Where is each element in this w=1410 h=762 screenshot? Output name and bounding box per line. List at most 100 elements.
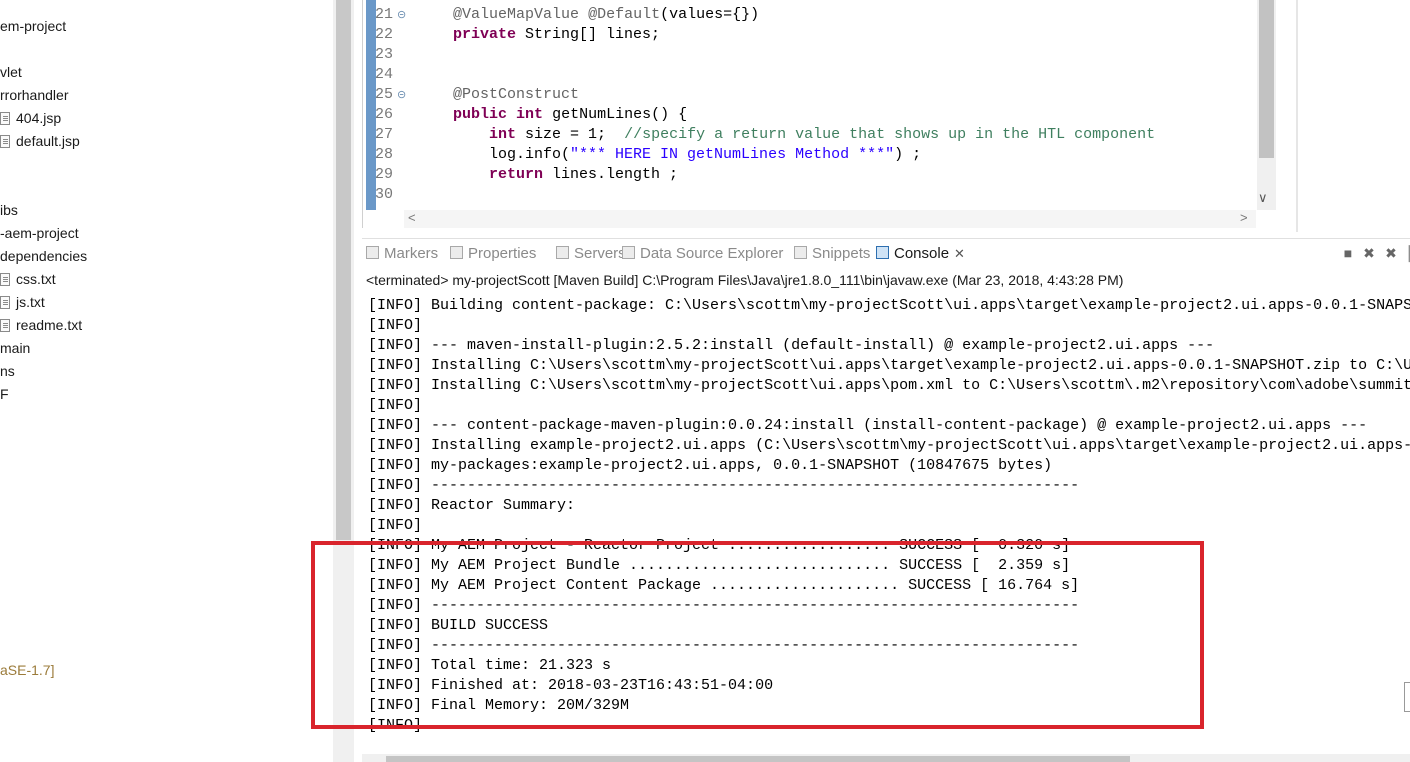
tree-item[interactable]: dependencies <box>0 246 87 266</box>
tree-item[interactable]: default.jsp <box>0 131 80 151</box>
tree-item[interactable]: css.txt <box>0 269 56 289</box>
tree-item[interactable]: ns <box>0 361 15 381</box>
tree-item[interactable]: vlet <box>0 62 22 82</box>
explorer-scrollbar[interactable] <box>333 0 354 762</box>
code-line[interactable]: 23 <box>375 45 417 65</box>
scroll-down-arrow-icon[interactable]: ∨ <box>1258 190 1268 206</box>
code-text: return lines.length ; <box>489 166 679 183</box>
tree-item-label: main <box>0 340 31 356</box>
file-icon <box>0 135 10 148</box>
stop-icon[interactable]: ■ <box>1340 245 1356 261</box>
code-line[interactable]: 26 public int getNumLines() { <box>375 105 687 125</box>
code-text: log.info("*** HERE IN getNumLines Method… <box>417 146 922 163</box>
code-line[interactable]: 28 log.info("*** HERE IN getNumLines Met… <box>375 145 921 165</box>
console-process-status: <terminated> my-projectScott [Maven Buil… <box>366 272 1124 288</box>
tab-markers[interactable]: Markers <box>366 239 438 269</box>
console-line: [INFO] BUILD SUCCESS <box>368 617 549 634</box>
tab-data-source-explorer[interactable]: Data Source Explorer <box>622 239 783 269</box>
explorer-scrollbar-thumb[interactable] <box>336 0 351 540</box>
tree-item-label: rrorhandler <box>0 87 69 103</box>
tree-item-label: readme.txt <box>16 317 83 333</box>
tab-label: Servers <box>574 245 626 262</box>
tab-console[interactable]: Console ✕ <box>876 239 965 269</box>
code-line[interactable]: 25 ⊝ @PostConstruct <box>375 85 579 105</box>
tab-label: Console <box>894 245 950 262</box>
line-number: 27 <box>375 126 394 143</box>
remove-all-icon[interactable]: ✖ <box>1383 245 1399 261</box>
file-icon <box>0 296 10 309</box>
code-line[interactable]: 21 ⊝ @ValueMapValue @Default(values={}) <box>375 5 759 25</box>
tree-item-label: css.txt <box>16 271 56 287</box>
file-icon <box>0 112 10 125</box>
code-line[interactable]: 27 int size = 1; //specify a return valu… <box>375 125 1155 145</box>
tree-item[interactable]: em-project <box>0 16 66 36</box>
code-line[interactable]: 22 private String[] lines; <box>375 25 660 45</box>
line-number: 23 <box>375 46 394 63</box>
console-line: [INFO] My AEM Project Content Package ..… <box>368 577 1080 594</box>
fold-toggle-icon[interactable]: ⊝ <box>397 6 417 26</box>
console-scrollbar-thumb[interactable] <box>386 756 1130 762</box>
line-number: 26 <box>375 106 394 123</box>
code-line[interactable]: 29 return lines.length ; <box>375 165 678 185</box>
outline-panel <box>1296 0 1410 232</box>
code-text: @ValueMapValue @Default(values={}) <box>453 6 760 23</box>
console-line: [INFO] ---------------------------------… <box>368 477 1080 494</box>
console-line: [INFO] <box>368 517 423 534</box>
editor-horizontal-scrollbar[interactable] <box>404 210 1256 228</box>
tab-label: Properties <box>468 245 537 262</box>
tree-item[interactable]: aSE-1.7] <box>0 660 54 680</box>
file-icon <box>0 319 10 332</box>
console-line: [INFO] Total time: 21.323 s <box>368 657 612 674</box>
markers-icon <box>366 246 379 259</box>
tab-servers[interactable]: Servers <box>556 239 626 269</box>
tree-item[interactable]: main <box>0 338 30 358</box>
line-number: 29 <box>375 166 394 183</box>
data-source-icon <box>622 246 635 259</box>
console-line: [INFO] my-packages:example-project2.ui.a… <box>368 457 1053 474</box>
views-tab-bar: Markers Properties Servers Data Source Expl… <box>362 238 1410 269</box>
tab-snippets[interactable]: Snippets <box>794 239 870 269</box>
console-output[interactable]: [INFO] Building content-package: C:\User… <box>362 290 1410 762</box>
editor-scrollbar-thumb[interactable] <box>1259 0 1274 158</box>
code-line[interactable]: 30 <box>375 185 417 205</box>
tree-item-label: ns <box>0 363 15 379</box>
tree-item[interactable]: readme.txt <box>0 315 82 335</box>
remove-launch-icon[interactable]: ✖ <box>1361 245 1377 261</box>
console-line: [INFO] <box>368 717 423 734</box>
project-explorer: em-project vlet rrorhandler 404.jsp default.… <box>0 0 333 762</box>
tree-item[interactable]: ibs <box>0 200 18 220</box>
line-number: 30 <box>375 186 394 203</box>
tab-properties[interactable]: Properties <box>450 239 536 269</box>
tree-item-label: vlet <box>0 64 22 80</box>
tab-label: Markers <box>384 245 439 262</box>
tree-item[interactable]: 404.jsp <box>0 108 61 128</box>
code-text: private String[] lines; <box>453 26 661 43</box>
tree-item[interactable]: -aem-project <box>0 223 79 243</box>
close-icon[interactable]: ✕ <box>954 246 965 261</box>
console-line: [INFO] ---------------------------------… <box>368 637 1080 654</box>
tab-label: Data Source Explorer <box>640 245 784 262</box>
console-line: [INFO] My AEM Project Bundle ...........… <box>368 557 1071 574</box>
tree-item[interactable]: F <box>0 384 9 404</box>
tab-label: Snippets <box>812 245 871 262</box>
tree-item-label: aSE-1.7] <box>0 662 55 678</box>
tree-item[interactable]: rrorhandler <box>0 85 68 105</box>
scroll-right-arrow-icon[interactable]: > <box>1240 210 1248 225</box>
tree-item-label: dependencies <box>0 248 88 264</box>
code-line[interactable]: 24 <box>375 65 417 85</box>
tree-item-label: ibs <box>0 202 18 218</box>
tree-item-label: F <box>0 386 9 402</box>
scroll-left-arrow-icon[interactable]: < <box>408 210 416 225</box>
console-menu-icon[interactable]: │ <box>1402 245 1410 261</box>
line-number: 21 <box>375 6 394 23</box>
console-line: [INFO] Building content-package: C:\User… <box>368 297 1410 314</box>
console-line: [INFO] Installing C:\Users\scottm\my-pro… <box>368 377 1410 394</box>
code-text: public int getNumLines() { <box>453 106 688 123</box>
code-text: @PostConstruct <box>453 86 580 103</box>
file-icon <box>0 273 10 286</box>
code-editor[interactable]: 21 ⊝ @ValueMapValue @Default(values={}) 22… <box>362 0 1277 228</box>
console-line: [INFO] Finished at: 2018-03-23T16:43:51-… <box>368 677 774 694</box>
fold-toggle-icon[interactable]: ⊝ <box>397 86 417 106</box>
tree-item[interactable]: js.txt <box>0 292 45 312</box>
tree-item-label: js.txt <box>16 294 45 310</box>
